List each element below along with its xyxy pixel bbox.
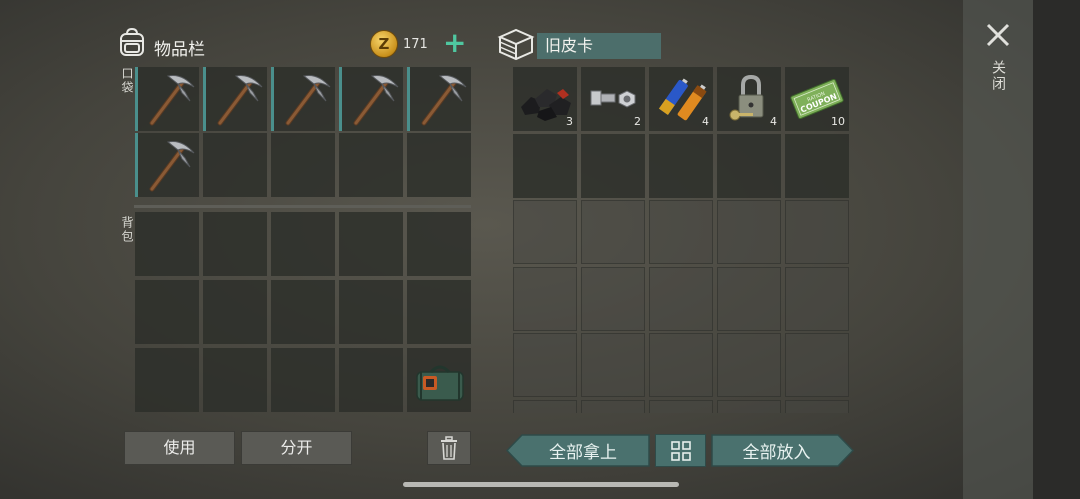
- container-slot[interactable]: [785, 266, 849, 331]
- take-all-label: 全部拿上: [549, 443, 617, 463]
- split-button[interactable]: 分开: [241, 431, 352, 465]
- item-quantity: 4: [702, 115, 709, 128]
- trash-icon: [441, 436, 457, 460]
- container-slot[interactable]: [785, 200, 849, 264]
- container-slot[interactable]: [513, 333, 577, 397]
- container-slot[interactable]: [581, 266, 645, 331]
- container-slot[interactable]: [513, 266, 577, 331]
- home-indicator: [403, 482, 679, 487]
- container-slot[interactable]: [513, 133, 577, 198]
- container-slot[interactable]: [785, 399, 849, 413]
- container-slot[interactable]: [649, 266, 713, 331]
- container-slot[interactable]: 4: [717, 67, 781, 131]
- item-quantity: 4: [770, 115, 777, 128]
- container-grid: 3 2 4 4 RATION COUPON 10: [0, 0, 1080, 413]
- container-slot[interactable]: [513, 200, 577, 264]
- container-slot[interactable]: [649, 200, 713, 264]
- layout-toggle-button[interactable]: [655, 434, 706, 467]
- container-slot[interactable]: [717, 266, 781, 331]
- container-slot[interactable]: [649, 333, 713, 397]
- container-slot[interactable]: RATION COUPON 10: [785, 67, 849, 131]
- close-icon[interactable]: [985, 22, 1011, 48]
- take-all-button[interactable]: 全部拿上: [506, 434, 650, 467]
- item-quantity: 10: [831, 115, 845, 128]
- container-slot[interactable]: [785, 133, 849, 198]
- close-label[interactable]: 关闭: [988, 60, 1008, 92]
- item-quantity: 2: [634, 115, 641, 128]
- item-quantity: 3: [566, 115, 573, 128]
- put-all-button[interactable]: 全部放入: [711, 434, 854, 467]
- put-all-label: 全部放入: [742, 443, 811, 463]
- container-slot[interactable]: [649, 133, 713, 198]
- container-slot[interactable]: [581, 399, 645, 413]
- container-slot[interactable]: [649, 399, 713, 413]
- grid-icon: [670, 440, 691, 461]
- container-slot[interactable]: [581, 333, 645, 397]
- container-slot[interactable]: 2: [581, 67, 645, 131]
- container-slot[interactable]: [717, 200, 781, 264]
- container-slot[interactable]: [717, 333, 781, 397]
- trash-button[interactable]: [427, 431, 471, 465]
- container-slot[interactable]: [581, 133, 645, 198]
- container-slot[interactable]: [717, 399, 781, 413]
- container-slot[interactable]: [717, 133, 781, 198]
- container-slot[interactable]: [581, 200, 645, 264]
- container-slot[interactable]: 4: [649, 67, 713, 131]
- container-slot[interactable]: 3: [513, 67, 577, 131]
- container-slot[interactable]: [513, 399, 577, 413]
- container-slot[interactable]: [785, 333, 849, 397]
- use-button[interactable]: 使用: [124, 431, 235, 465]
